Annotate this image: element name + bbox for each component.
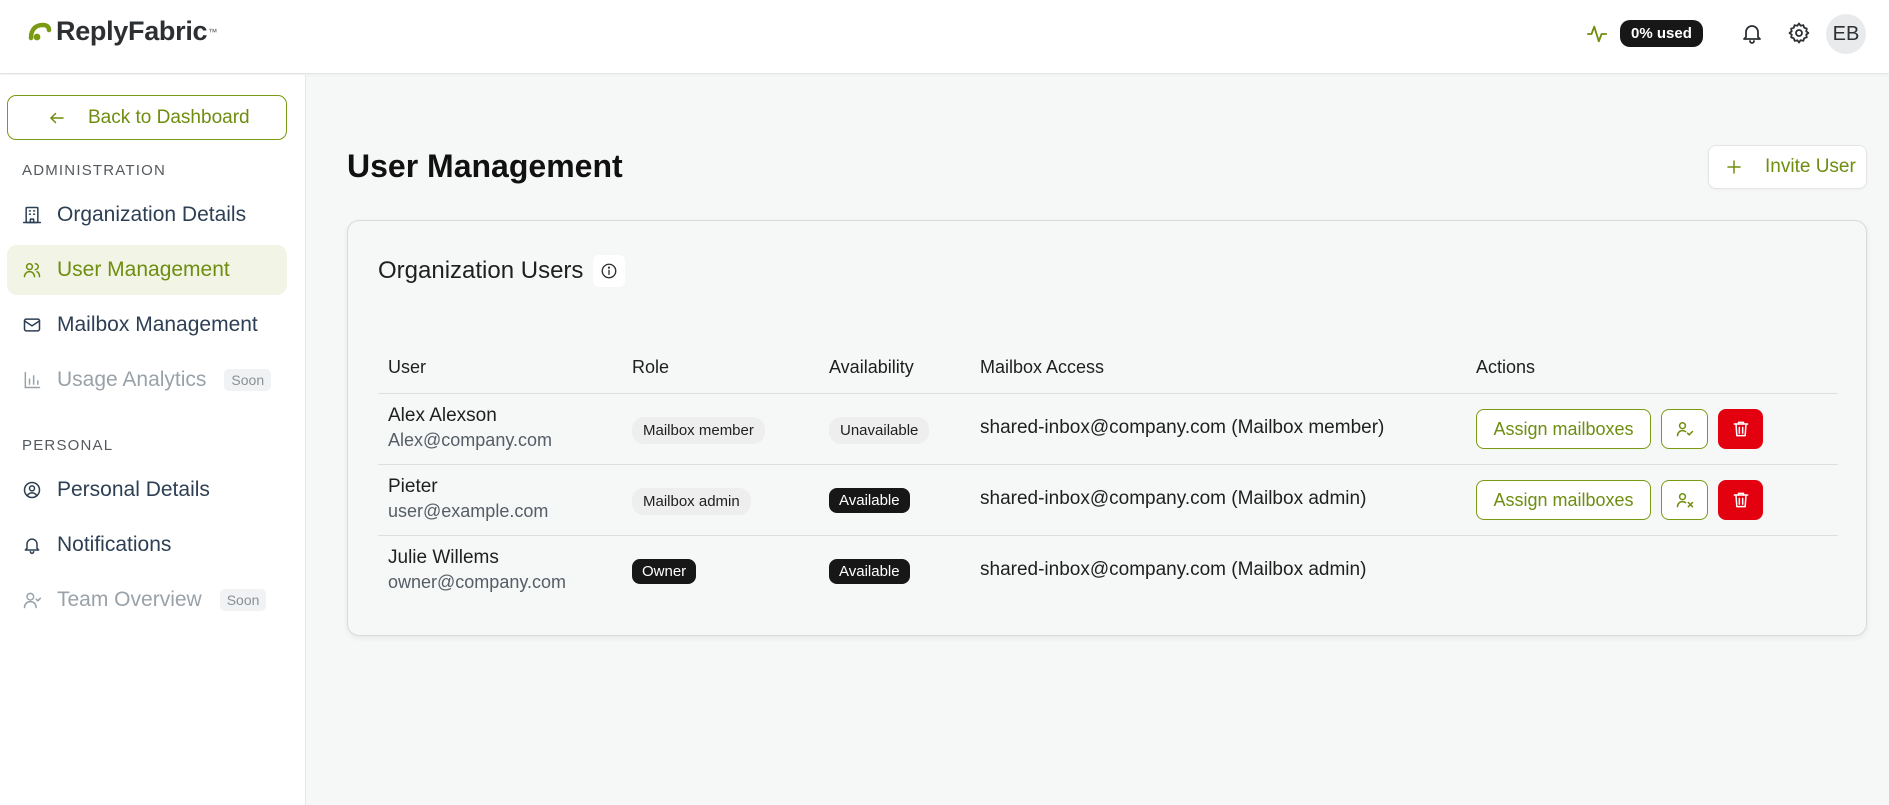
sidebar-item-mailbox-management[interactable]: Mailbox Management bbox=[7, 300, 287, 350]
trademark: ™ bbox=[208, 26, 218, 37]
role-badge: Mailbox member bbox=[632, 417, 765, 444]
bell-icon bbox=[24, 538, 40, 555]
users-icon bbox=[23, 263, 41, 278]
delete-user-button[interactable] bbox=[1718, 480, 1763, 520]
sidebar: Back to Dashboard ADMINISTRATION Organiz… bbox=[0, 75, 306, 805]
assign-mailboxes-button[interactable]: Assign mailboxes bbox=[1476, 409, 1651, 449]
back-button-label: Back to Dashboard bbox=[88, 106, 250, 128]
sidebar-item-personal-details[interactable]: Personal Details bbox=[7, 465, 287, 515]
activity-icon bbox=[1586, 25, 1608, 42]
user-avatar[interactable]: EB bbox=[1826, 14, 1866, 54]
role-cell: Owner bbox=[632, 559, 697, 584]
user-x-icon bbox=[1676, 493, 1693, 508]
usage-badge: 0% used bbox=[1620, 20, 1703, 47]
user-cell: Pieter user@example.com bbox=[388, 476, 548, 522]
invite-user-label: Invite User bbox=[1765, 156, 1856, 177]
soon-badge: Soon bbox=[219, 589, 267, 611]
sidebar-item-label: Organization Details bbox=[57, 203, 247, 226]
mailbox-access-cell: shared-inbox@company.com (Mailbox member… bbox=[980, 417, 1385, 438]
invite-user-button[interactable]: Invite User bbox=[1708, 145, 1867, 189]
mailbox-access-cell: shared-inbox@company.com (Mailbox admin) bbox=[980, 488, 1367, 509]
card-header: Organization Users bbox=[378, 255, 626, 287]
soon-badge: Soon bbox=[224, 369, 272, 391]
availability-cell: Available bbox=[829, 488, 910, 513]
notifications-button[interactable] bbox=[1737, 18, 1767, 48]
availability-cell: Available bbox=[829, 559, 910, 584]
section-title-personal: PERSONAL bbox=[22, 437, 114, 454]
assign-mailboxes-button[interactable]: Assign mailboxes bbox=[1476, 480, 1651, 520]
role-badge: Mailbox admin bbox=[632, 488, 751, 515]
availability-badge: Available bbox=[829, 488, 910, 513]
arrow-left-icon bbox=[50, 112, 64, 123]
info-button[interactable] bbox=[593, 255, 626, 287]
sidebar-item-label: Team Overview bbox=[57, 588, 202, 611]
app-logo[interactable]: ReplyFabric ™ bbox=[26, 16, 217, 47]
sidebar-item-label: Usage Analytics bbox=[57, 368, 207, 391]
sidebar-item-label: Mailbox Management bbox=[57, 313, 258, 336]
user-cell: Julie Willems owner@company.com bbox=[388, 547, 566, 593]
bar-chart-icon bbox=[24, 371, 41, 389]
user-check-icon bbox=[1676, 422, 1693, 437]
sidebar-item-user-management[interactable]: User Management bbox=[7, 245, 287, 295]
set-unavailable-button[interactable] bbox=[1661, 480, 1708, 520]
user-email: Alex@company.com bbox=[388, 430, 552, 450]
row-divider bbox=[378, 535, 1838, 536]
building-icon bbox=[22, 206, 42, 224]
card-title: Organization Users bbox=[378, 257, 584, 284]
sidebar-item-label: User Management bbox=[57, 258, 230, 281]
trash-icon bbox=[1733, 492, 1748, 508]
back-to-dashboard-button[interactable]: Back to Dashboard bbox=[7, 95, 287, 140]
sidebar-item-usage-analytics: Usage Analytics Soon bbox=[7, 355, 287, 405]
organization-users-card: Organization Users User Role Availabilit… bbox=[347, 220, 1867, 636]
logo-icon bbox=[28, 22, 52, 40]
column-header-actions: Actions bbox=[1476, 357, 1536, 377]
role-cell: Mailbox admin bbox=[632, 488, 751, 515]
info-icon bbox=[601, 263, 617, 279]
sidebar-item-label: Notifications bbox=[57, 533, 172, 556]
user-name: Alex Alexson bbox=[388, 405, 497, 426]
trash-icon bbox=[1733, 421, 1748, 437]
role-badge: Owner bbox=[632, 559, 697, 584]
team-icon bbox=[23, 592, 42, 609]
column-header-role: Role bbox=[632, 357, 670, 377]
column-header-availability: Availability bbox=[829, 357, 914, 377]
sidebar-item-team-overview: Team Overview Soon bbox=[7, 575, 287, 625]
mail-icon bbox=[23, 318, 41, 332]
user-email: user@example.com bbox=[388, 501, 549, 521]
set-available-button[interactable] bbox=[1661, 409, 1708, 449]
column-header-user: User bbox=[388, 357, 427, 377]
gear-icon bbox=[1788, 22, 1810, 44]
plus-icon bbox=[1727, 160, 1741, 174]
availability-cell: Unavailable bbox=[829, 417, 930, 444]
app-name: ReplyFabric bbox=[56, 16, 208, 46]
section-title-administration: ADMINISTRATION bbox=[22, 162, 167, 179]
top-header: ReplyFabric ™ 0% used EB bbox=[0, 0, 1889, 74]
user-email: owner@company.com bbox=[388, 572, 567, 592]
row-divider bbox=[378, 393, 1838, 394]
sidebar-item-organization-details[interactable]: Organization Details bbox=[7, 190, 287, 240]
user-name: Pieter bbox=[388, 476, 438, 497]
settings-button[interactable] bbox=[1784, 18, 1814, 48]
user-circle-icon bbox=[23, 481, 41, 499]
availability-badge: Available bbox=[829, 559, 910, 584]
mailbox-access-cell: shared-inbox@company.com (Mailbox admin) bbox=[980, 559, 1367, 580]
user-name: Julie Willems bbox=[388, 547, 499, 568]
usage-indicator[interactable]: 0% used bbox=[1586, 20, 1703, 47]
row-divider bbox=[378, 464, 1838, 465]
availability-badge: Unavailable bbox=[829, 417, 930, 444]
sidebar-item-notifications[interactable]: Notifications bbox=[7, 520, 287, 570]
role-cell: Mailbox member bbox=[632, 417, 765, 444]
sidebar-item-label: Personal Details bbox=[57, 478, 210, 501]
delete-user-button[interactable] bbox=[1718, 409, 1763, 449]
column-header-mailbox-access: Mailbox Access bbox=[980, 357, 1105, 377]
bell-icon bbox=[1743, 25, 1761, 44]
page-title: User Management bbox=[347, 148, 623, 184]
user-cell: Alex Alexson Alex@company.com bbox=[388, 405, 552, 451]
